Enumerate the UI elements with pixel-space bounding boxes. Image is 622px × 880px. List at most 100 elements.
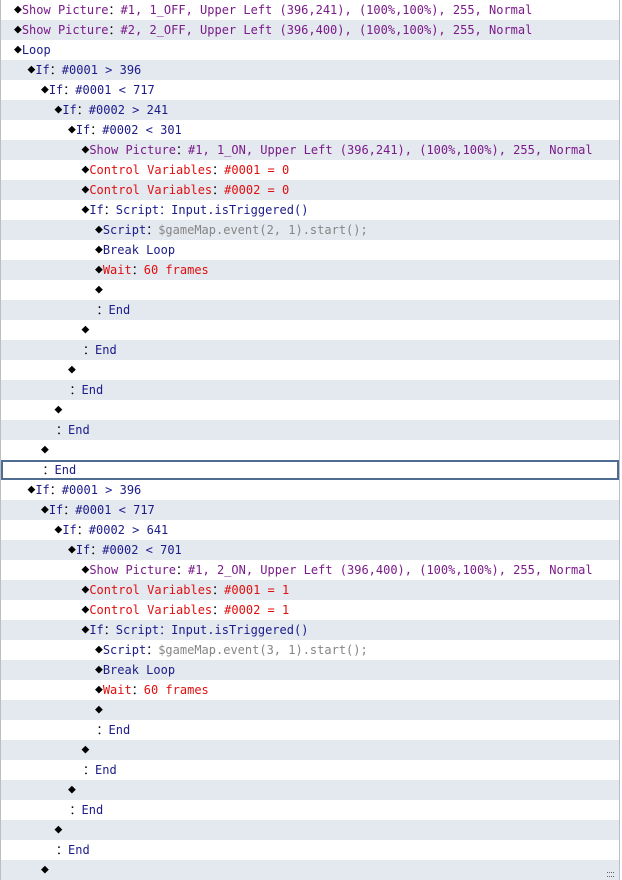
command-line: ◆Wait：60 frames <box>95 260 209 280</box>
command-line: ◆Wait：60 frames <box>95 680 209 700</box>
command-row[interactable]: ◆ <box>1 820 619 840</box>
separator: ： <box>212 163 225 177</box>
command-row[interactable]: ◆Loop <box>1 40 619 60</box>
command-bullet-icon: ◆ <box>68 122 76 137</box>
separator: ： <box>56 843 69 857</box>
command-row[interactable]: ◆ <box>1 280 619 300</box>
command-row[interactable]: ◆ <box>1 360 619 380</box>
command-row[interactable]: ◆ <box>1 740 619 760</box>
command-row[interactable]: ◆Wait：60 frames <box>1 680 619 700</box>
command-row[interactable]: ：End <box>1 420 619 440</box>
command-row[interactable]: ◆If：#0001 < 717 <box>1 80 619 100</box>
command-row[interactable]: ◆Break Loop <box>1 660 619 680</box>
command-line: ◆ <box>95 280 103 300</box>
command-label: Control Variables <box>89 583 213 597</box>
command-row[interactable]: ◆If：#0001 < 717 <box>1 500 619 520</box>
separator: ： <box>96 723 109 737</box>
separator: ： <box>146 643 159 657</box>
command-line: ：End <box>70 800 104 820</box>
command-row[interactable]: ◆Control Variables：#0002 = 0 <box>1 180 619 200</box>
command-label: If <box>62 523 77 537</box>
command-bullet-icon: ◆ <box>41 502 49 517</box>
command-bullet-icon: ◆ <box>41 442 49 457</box>
command-row[interactable]: ◆If：#0002 < 701 <box>1 540 619 560</box>
command-bullet-icon: ◆ <box>68 542 76 557</box>
command-bullet-icon: ◆ <box>81 322 90 337</box>
separator: ： <box>103 203 116 217</box>
separator: ： <box>131 263 144 277</box>
command-bullet-icon: ◆ <box>68 362 76 377</box>
command-args: #0001 > 396 <box>61 63 142 77</box>
command-row[interactable]: ◆If：#0001 > 396 <box>1 60 619 80</box>
command-row[interactable]: ◆Show Picture：#1, 2_ON, Upper Left (396,… <box>1 560 619 580</box>
command-row[interactable]: ◆Control Variables：#0001 = 0 <box>1 160 619 180</box>
command-row[interactable]: ◆ <box>1 860 619 880</box>
command-row[interactable]: ◆ <box>1 440 619 460</box>
command-row[interactable]: ◆If：#0002 > 641 <box>1 520 619 540</box>
command-line: ：End <box>56 840 90 860</box>
command-bullet-icon: ◆ <box>68 782 76 797</box>
command-row[interactable]: ◆Break Loop <box>1 240 619 260</box>
command-args: #0002 < 701 <box>102 543 182 557</box>
command-row[interactable]: ◆If：#0001 > 396 <box>1 480 619 500</box>
command-row[interactable]: ◆Control Variables：#0001 = 1 <box>1 580 619 600</box>
command-label: If <box>35 63 50 77</box>
command-line: ◆If：#0001 > 396 <box>28 480 142 500</box>
command-row[interactable]: ◆ <box>1 320 619 340</box>
resize-grip-icon[interactable] <box>607 872 614 877</box>
command-row[interactable]: ◆Show Picture：#2, 2_OFF, Upper Left (396… <box>1 20 619 40</box>
command-line: ◆Script：$gameMap.event(2, 1).start(); <box>95 220 368 240</box>
command-row[interactable]: ：End <box>1 300 619 320</box>
command-label: Script <box>102 643 147 657</box>
command-line: ◆Show Picture：#2, 2_OFF, Upper Left (396… <box>14 20 532 40</box>
separator: ： <box>212 603 225 617</box>
command-row[interactable]: ：End <box>1 840 619 860</box>
command-line: ：End <box>83 760 117 780</box>
command-row[interactable]: ◆If：#0002 > 241 <box>1 100 619 120</box>
command-row[interactable]: ◆If：#0002 < 301 <box>1 120 619 140</box>
command-row[interactable]: ◆ <box>1 700 619 720</box>
command-bullet-icon: ◆ <box>41 862 49 877</box>
separator: ： <box>63 503 76 517</box>
command-line: ◆ <box>41 860 49 880</box>
command-bullet-icon: ◆ <box>14 22 22 37</box>
command-row[interactable]: ◆ <box>1 780 619 800</box>
command-line: ◆ <box>55 400 63 420</box>
command-row[interactable]: ：End <box>1 720 619 740</box>
command-line: ◆ <box>95 700 103 720</box>
command-line: ◆If：#0001 < 717 <box>41 80 155 100</box>
command-args: #1, 1_OFF, Upper Left (396,241), (100%,1… <box>120 3 533 17</box>
command-row[interactable]: ◆Script：$gameMap.event(3, 1).start(); <box>1 640 619 660</box>
command-row[interactable]: ◆If：Script：Input.isTriggered() <box>1 620 619 640</box>
separator: ： <box>42 463 55 477</box>
command-row[interactable]: ◆ <box>1 400 619 420</box>
command-row[interactable]: ◆Show Picture：#1, 1_OFF, Upper Left (396… <box>1 0 619 20</box>
command-args: #0002 = 1 <box>224 603 290 617</box>
command-row[interactable]: ：End <box>1 800 619 820</box>
separator: ： <box>49 483 62 497</box>
command-line: ◆If：#0001 > 396 <box>28 60 142 80</box>
command-bullet-icon: ◆ <box>54 402 63 417</box>
command-label: End <box>81 383 104 397</box>
command-row-selected[interactable]: ：End <box>1 460 619 480</box>
command-line: ◆ <box>68 360 76 380</box>
command-args: #0001 = 0 <box>224 163 290 177</box>
command-line: ◆Loop <box>14 40 51 60</box>
event-command-list[interactable]: ◆Show Picture：#1, 1_OFF, Upper Left (396… <box>0 0 620 880</box>
command-row[interactable]: ◆Show Picture：#1, 1_ON, Upper Left (396,… <box>1 140 619 160</box>
command-row[interactable]: ◆Script：$gameMap.event(2, 1).start(); <box>1 220 619 240</box>
command-line: ：End <box>70 380 104 400</box>
command-row[interactable]: ：End <box>1 380 619 400</box>
command-row[interactable]: ：End <box>1 760 619 780</box>
command-label: End <box>95 763 117 777</box>
command-line: ◆ <box>55 820 63 840</box>
command-label: Loop <box>21 43 51 57</box>
command-row[interactable]: ◆Control Variables：#0002 = 1 <box>1 600 619 620</box>
command-row[interactable]: ：End <box>1 340 619 360</box>
separator: ： <box>83 763 96 777</box>
command-row[interactable]: ◆Wait：60 frames <box>1 260 619 280</box>
command-row[interactable]: ◆If：Script：Input.isTriggered() <box>1 200 619 220</box>
separator: ： <box>146 223 159 237</box>
command-label: End <box>95 343 117 357</box>
command-line: ◆ <box>68 780 76 800</box>
